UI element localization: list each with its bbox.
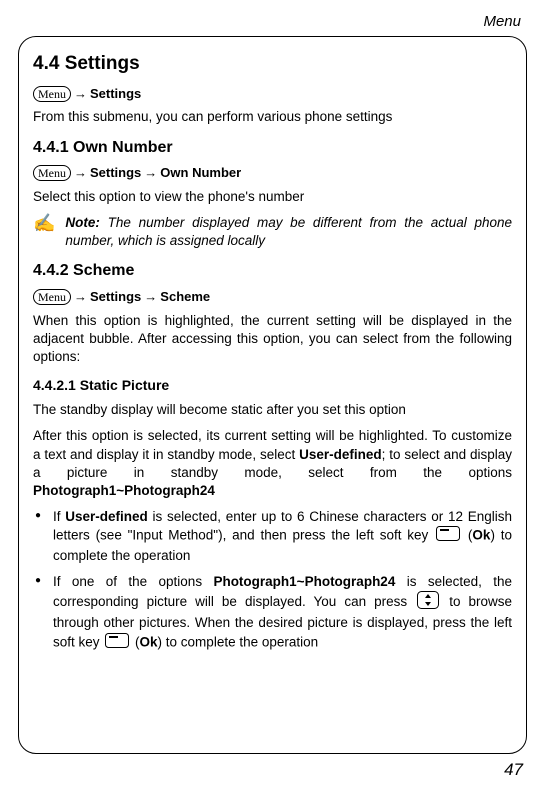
heading-4-4-1: 4.4.1 Own Number [33,137,512,159]
static-picture-p1: The standby display will become static a… [33,401,512,419]
bullet-icon: ● [33,508,43,565]
note-text: Note: The number displayed may be differ… [65,214,512,250]
arrow-icon: → [73,288,88,306]
bullet-list: ● If User-defined is selected, enter up … [33,508,512,653]
header-section: Menu [483,13,521,30]
settings-intro: From this submenu, you can perform vario… [33,108,512,126]
bullet-text: If User-defined is selected, enter up to… [53,508,512,565]
note-body: The number displayed may be different fr… [65,215,512,248]
note-icon: ✍ [33,214,55,232]
list-item: ● If User-defined is selected, enter up … [33,508,512,565]
static-picture-p2: After this option is selected, its curre… [33,427,512,500]
nav-own-number: Own Number [160,164,241,182]
page-number: 47 [504,759,523,782]
own-number-intro: Select this option to view the phone's n… [33,188,512,206]
list-item: ● If one of the options Photograph1~Phot… [33,573,512,653]
heading-4-4: 4.4 Settings [33,51,512,77]
arrow-icon: → [73,164,88,182]
arrow-icon: → [143,164,158,182]
nav-scheme: Scheme [160,288,210,306]
page-header: Menu [18,12,527,32]
menu-icon: Menu [33,165,71,181]
heading-4-4-2: 4.4.2 Scheme [33,260,512,282]
heading-4-4-2-1: 4.4.2.1 Static Picture [33,376,512,395]
note-block: ✍ Note: The number displayed may be diff… [33,214,512,250]
nav-settings: Settings [90,288,141,306]
nav-key-icon [417,591,439,614]
left-soft-key-icon [105,633,129,653]
arrow-icon: → [73,85,88,103]
menu-icon: Menu [33,86,71,102]
breadcrumb-settings: Menu → Settings [33,85,512,103]
note-label: Note: [65,215,100,230]
menu-icon: Menu [33,289,71,305]
bullet-icon: ● [33,573,43,653]
nav-settings: Settings [90,85,141,103]
arrow-icon: → [143,288,158,306]
bullet-text: If one of the options Photograph1~Photog… [53,573,512,653]
scheme-intro: When this option is highlighted, the cur… [33,312,512,367]
content-frame: 4.4 Settings Menu → Settings From this s… [18,36,527,754]
breadcrumb-scheme: Menu → Settings → Scheme [33,288,512,306]
breadcrumb-own-number: Menu → Settings → Own Number [33,164,512,182]
nav-settings: Settings [90,164,141,182]
left-soft-key-icon [436,526,460,546]
